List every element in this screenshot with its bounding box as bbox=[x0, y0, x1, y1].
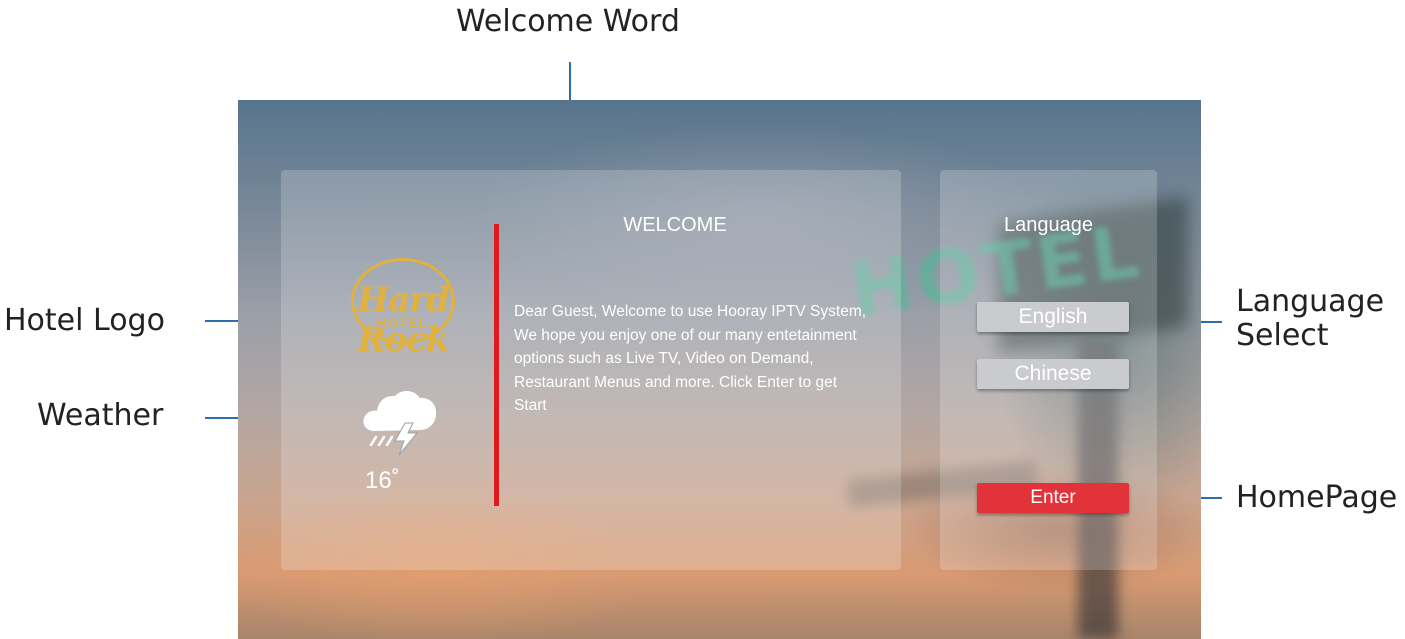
annotation-hotel-logo: Hotel Logo bbox=[4, 303, 165, 338]
language-title: Language bbox=[1004, 214, 1093, 236]
annotation-welcome-word: Welcome Word bbox=[456, 4, 680, 39]
logo-subtitle: HOTEL bbox=[377, 316, 429, 330]
annotation-homepage: HomePage bbox=[1236, 480, 1398, 515]
welcome-message: Dear Guest, Welcome to use Hooray IPTV S… bbox=[514, 303, 867, 414]
hotel-logo: Hard Rock HOTEL bbox=[321, 258, 485, 360]
language-panel: Language English Chinese Enter bbox=[940, 170, 1157, 570]
annotation-weather: Weather bbox=[37, 398, 164, 433]
welcome-title: WELCOME bbox=[623, 214, 727, 236]
accent-divider bbox=[494, 224, 499, 506]
welcome-panel: Hard Rock HOTEL 16˚ WELCOME Dear Guest, … bbox=[281, 170, 901, 570]
language-english-button[interactable]: English bbox=[977, 302, 1129, 332]
iptv-welcome-screen: HOTEL Hard Rock HOTEL 16˚ WELCOME Dear G… bbox=[238, 100, 1201, 639]
annotation-language-select: Language Select bbox=[1236, 284, 1385, 353]
language-chinese-button[interactable]: Chinese bbox=[977, 359, 1129, 389]
temperature: 16˚ bbox=[365, 467, 400, 494]
thunderstorm-cloud-icon bbox=[363, 390, 437, 456]
enter-button[interactable]: Enter bbox=[977, 483, 1129, 513]
